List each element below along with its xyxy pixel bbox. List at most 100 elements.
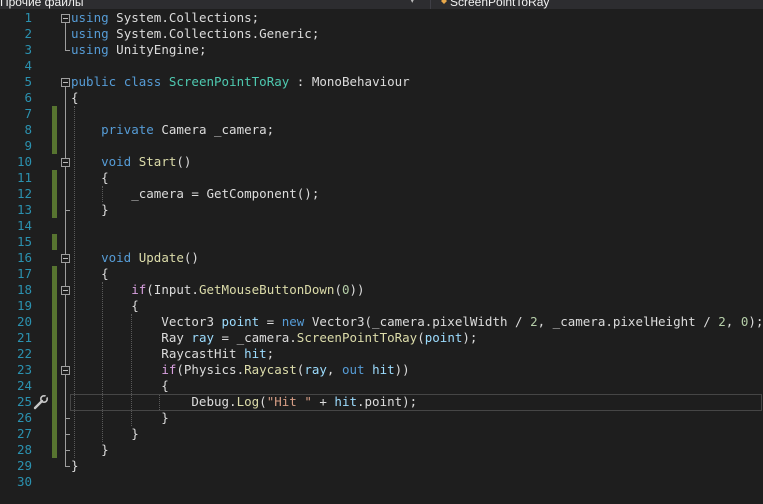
- code-line[interactable]: 10 void Start(): [0, 154, 763, 170]
- line-number: 19: [16, 298, 32, 313]
- collapse-icon[interactable]: [61, 366, 70, 375]
- line-number: 8: [24, 122, 32, 137]
- line-number: 1: [24, 10, 32, 25]
- code-text: if(Input.GetMouseButtonDown(0)): [131, 282, 365, 297]
- line-number: 6: [24, 90, 32, 105]
- navigation-bar: Прочие файлы ▾ ScreenPointToRay: [0, 0, 763, 9]
- code-line[interactable]: 29}: [0, 458, 763, 474]
- chevron-down-icon[interactable]: ▾: [410, 0, 415, 6]
- code-line[interactable]: 2 using System.Collections.Generic;: [0, 26, 763, 42]
- change-marker: [52, 138, 57, 154]
- type-dropdown-label: ScreenPointToRay: [450, 0, 550, 9]
- code-text: {: [71, 266, 109, 281]
- code-line[interactable]: 27 }: [0, 426, 763, 442]
- code-line[interactable]: 9: [0, 138, 763, 154]
- code-line[interactable]: 30: [0, 474, 763, 490]
- code-line[interactable]: 18 if(Input.GetMouseButtonDown(0)): [0, 282, 763, 298]
- code-text: RaycastHit hit;: [71, 346, 275, 361]
- change-marker: [52, 298, 57, 314]
- code-line[interactable]: 24 {: [0, 378, 763, 394]
- line-number: 21: [16, 330, 32, 345]
- code-text: {: [71, 298, 139, 313]
- code-text: using System.Collections;: [71, 10, 260, 25]
- code-line[interactable]: 4: [0, 58, 763, 74]
- code-text: {: [71, 378, 169, 393]
- change-marker: [52, 186, 57, 202]
- change-marker: [52, 170, 57, 186]
- collapse-icon[interactable]: [61, 14, 70, 23]
- change-marker: [52, 362, 57, 378]
- code-line[interactable]: 7: [0, 106, 763, 122]
- code-line[interactable]: 28 }: [0, 442, 763, 458]
- line-number: 23: [16, 362, 32, 377]
- code-text: }: [71, 426, 139, 441]
- code-line[interactable]: 12 _camera = GetComponent();: [0, 186, 763, 202]
- code-text: {: [71, 90, 79, 105]
- code-line[interactable]: 20 Vector3 point = new Vector3(_camera.p…: [0, 314, 763, 330]
- line-number: 13: [16, 202, 32, 217]
- change-marker: [52, 378, 57, 394]
- code-line[interactable]: 25 Debug.Log("Hit " + hit.point);: [0, 394, 763, 411]
- change-marker: [52, 426, 57, 442]
- change-marker: [52, 202, 57, 218]
- code-text: public class ScreenPointToRay : MonoBeha…: [71, 74, 410, 89]
- code-line[interactable]: 13 }: [0, 202, 763, 218]
- change-marker: [52, 234, 57, 250]
- code-text: _camera = GetComponent();: [71, 186, 320, 201]
- code-line[interactable]: 14: [0, 218, 763, 234]
- line-number: 18: [16, 282, 32, 297]
- change-marker: [52, 282, 57, 298]
- code-line[interactable]: 8 private Camera _camera;: [0, 122, 763, 138]
- project-dropdown[interactable]: Прочие файлы: [0, 0, 423, 9]
- code-text: Debug.Log("Hit " + hit.point);: [71, 394, 418, 409]
- project-dropdown-label: Прочие файлы: [0, 0, 84, 9]
- navigation-bar-divider: [430, 0, 431, 9]
- change-marker: [52, 394, 57, 410]
- code-text: void Start(): [101, 154, 192, 169]
- code-line[interactable]: 19 {: [0, 298, 763, 314]
- screwdriver-icon[interactable]: [33, 395, 49, 410]
- code-line[interactable]: 26 }: [0, 410, 763, 426]
- code-line[interactable]: 1 using System.Collections;: [0, 10, 763, 26]
- code-line[interactable]: 5 public class ScreenPointToRay : MonoBeh…: [0, 74, 763, 90]
- code-text: private Camera _camera;: [101, 122, 275, 137]
- code-line[interactable]: 16 void Update(): [0, 250, 763, 266]
- change-marker: [52, 122, 57, 138]
- code-line[interactable]: 15: [0, 234, 763, 250]
- code-text: }: [71, 442, 109, 457]
- collapse-icon[interactable]: [61, 78, 70, 87]
- code-text: void Update(): [101, 250, 199, 265]
- change-marker: [52, 442, 57, 458]
- code-line[interactable]: 17 {: [0, 266, 763, 282]
- type-dropdown[interactable]: ScreenPointToRay: [438, 0, 549, 9]
- code-text: if(Physics.Raycast(ray, out hit)): [161, 362, 410, 377]
- code-editor[interactable]: 1 using System.Collections; 2 using System.…: [0, 9, 763, 504]
- change-marker: [52, 330, 57, 346]
- collapse-icon[interactable]: [61, 158, 70, 167]
- code-line[interactable]: 22 RaycastHit hit;: [0, 346, 763, 362]
- code-line[interactable]: 11 {: [0, 170, 763, 186]
- code-line[interactable]: 3 using UnityEngine;: [0, 42, 763, 58]
- line-number: 10: [16, 154, 32, 169]
- code-text: }: [71, 410, 169, 425]
- line-number: 28: [16, 442, 32, 457]
- code-text: using UnityEngine;: [71, 42, 207, 57]
- line-number: 27: [16, 426, 32, 441]
- line-number: 12: [16, 186, 32, 201]
- line-number: 3: [24, 42, 32, 57]
- change-marker: [52, 346, 57, 362]
- line-number: 29: [16, 458, 32, 473]
- line-number: 17: [16, 266, 32, 281]
- collapse-icon[interactable]: [61, 286, 70, 295]
- code-line[interactable]: 23 if(Physics.Raycast(ray, out hit)): [0, 362, 763, 378]
- collapse-icon[interactable]: [61, 254, 70, 263]
- code-text: using System.Collections.Generic;: [71, 26, 320, 41]
- line-number: 14: [16, 218, 32, 233]
- code-line[interactable]: 6{: [0, 90, 763, 106]
- line-number: 26: [16, 410, 32, 425]
- line-number: 9: [24, 138, 32, 153]
- line-number: 2: [24, 26, 32, 41]
- code-text: }: [71, 458, 79, 473]
- line-number: 7: [24, 106, 32, 121]
- code-line[interactable]: 21 Ray ray = _camera.ScreenPointToRay(po…: [0, 330, 763, 346]
